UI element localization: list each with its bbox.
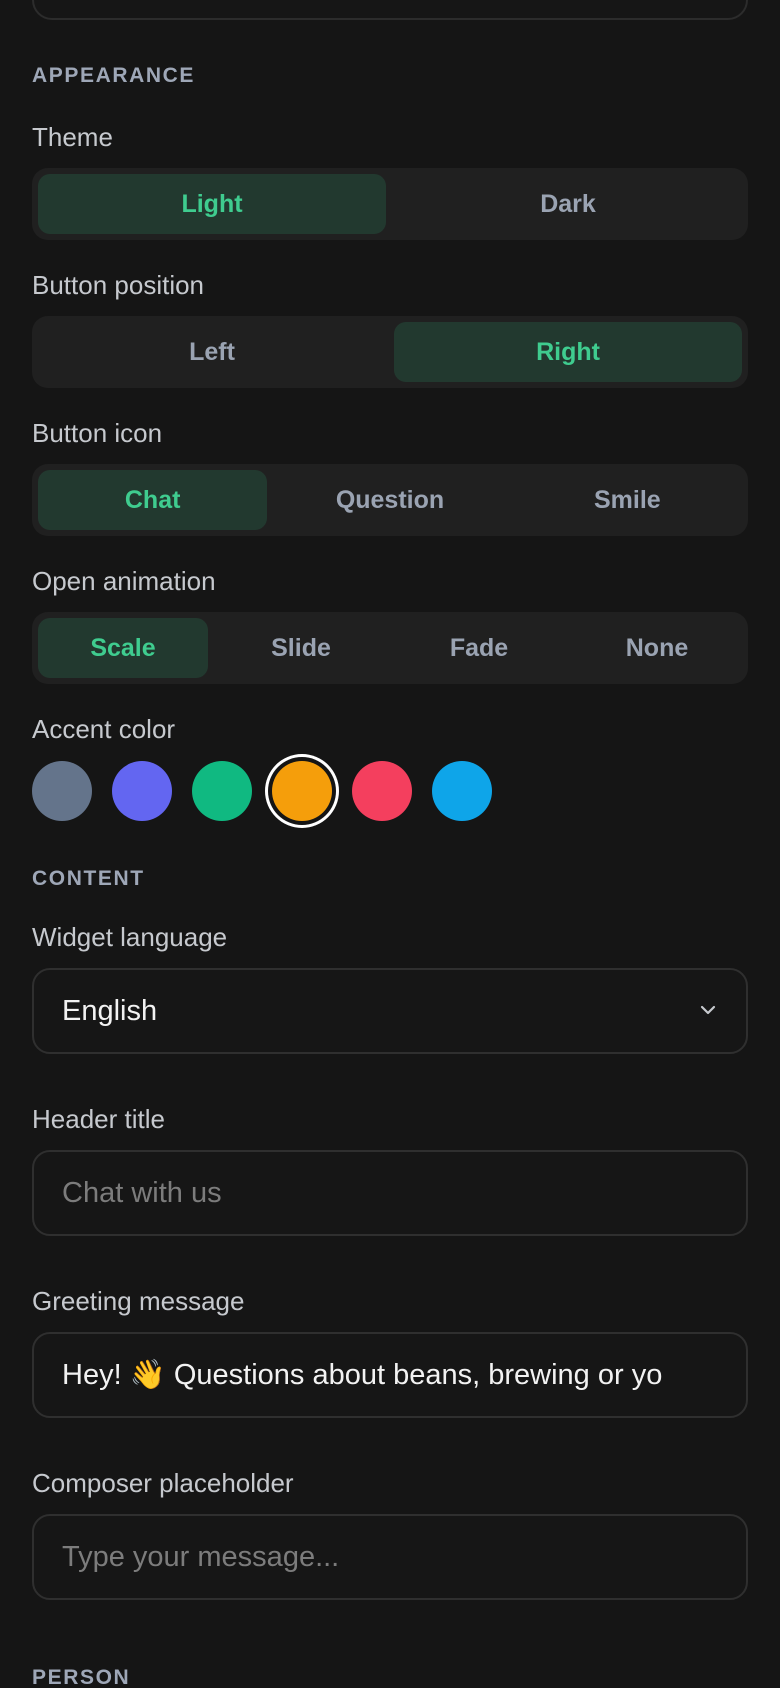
accent-swatch-rose[interactable] [352, 761, 412, 821]
greeting-message-input[interactable]: Hey! 👋 Questions about beans, brewing or… [32, 1332, 748, 1418]
accent-swatch-indigo[interactable] [112, 761, 172, 821]
accent-color-swatches [32, 760, 492, 822]
button-icon-option-chat[interactable]: Chat [38, 470, 268, 530]
button-icon-option-question[interactable]: Question [275, 470, 504, 530]
open-animation-option-scale[interactable]: Scale [38, 618, 208, 678]
accent-swatch-slate[interactable] [32, 761, 92, 821]
composer-placeholder-label: Composer placeholder [32, 1468, 294, 1498]
theme-option-dark[interactable]: Dark [394, 174, 742, 234]
button-icon-segmented-control: Chat Question Smile [32, 464, 748, 536]
theme-option-light[interactable]: Light [38, 174, 386, 234]
button-position-segmented-control: Left Right [32, 316, 748, 388]
section-title-person: PERSON [32, 1666, 131, 1688]
open-animation-option-slide[interactable]: Slide [216, 618, 386, 678]
button-position-option-right[interactable]: Right [394, 322, 742, 382]
button-icon-option-smile[interactable]: Smile [513, 470, 742, 530]
accent-swatch-sky[interactable] [432, 761, 492, 821]
button-position-option-left[interactable]: Left [38, 322, 386, 382]
button-icon-label: Button icon [32, 418, 163, 448]
composer-placeholder-placeholder: Type your message... [62, 1540, 340, 1573]
open-animation-option-none[interactable]: None [572, 618, 742, 678]
accent-swatch-emerald[interactable] [192, 761, 252, 821]
composer-placeholder-input[interactable]: Type your message... [32, 1514, 748, 1600]
theme-label: Theme [32, 122, 113, 152]
previous-field[interactable] [32, 0, 748, 20]
widget-language-select[interactable]: English [32, 968, 748, 1054]
header-title-label: Header title [32, 1104, 165, 1134]
open-animation-label: Open animation [32, 566, 216, 596]
section-title-content: CONTENT [32, 867, 145, 890]
button-position-label: Button position [32, 270, 205, 300]
theme-segmented-control: Light Dark [32, 168, 748, 240]
greeting-message-value: Hey! 👋 Questions about beans, brewing or… [62, 1359, 663, 1391]
widget-language-value: English [62, 994, 158, 1027]
accent-color-label: Accent color [32, 714, 176, 744]
header-title-placeholder: Chat with us [62, 1176, 222, 1209]
header-title-input[interactable]: Chat with us [32, 1150, 748, 1236]
chevron-down-icon [700, 1005, 716, 1015]
open-animation-segmented-control: Scale Slide Fade None [32, 612, 748, 684]
greeting-message-label: Greeting message [32, 1286, 245, 1316]
accent-swatch-amber[interactable] [272, 761, 332, 821]
open-animation-option-fade[interactable]: Fade [394, 618, 564, 678]
widget-language-label: Widget language [32, 922, 228, 952]
section-title-appearance: APPEARANCE [32, 64, 196, 87]
settings-panel: APPEARANCE Theme Light Dark Button posit… [0, 0, 780, 1688]
